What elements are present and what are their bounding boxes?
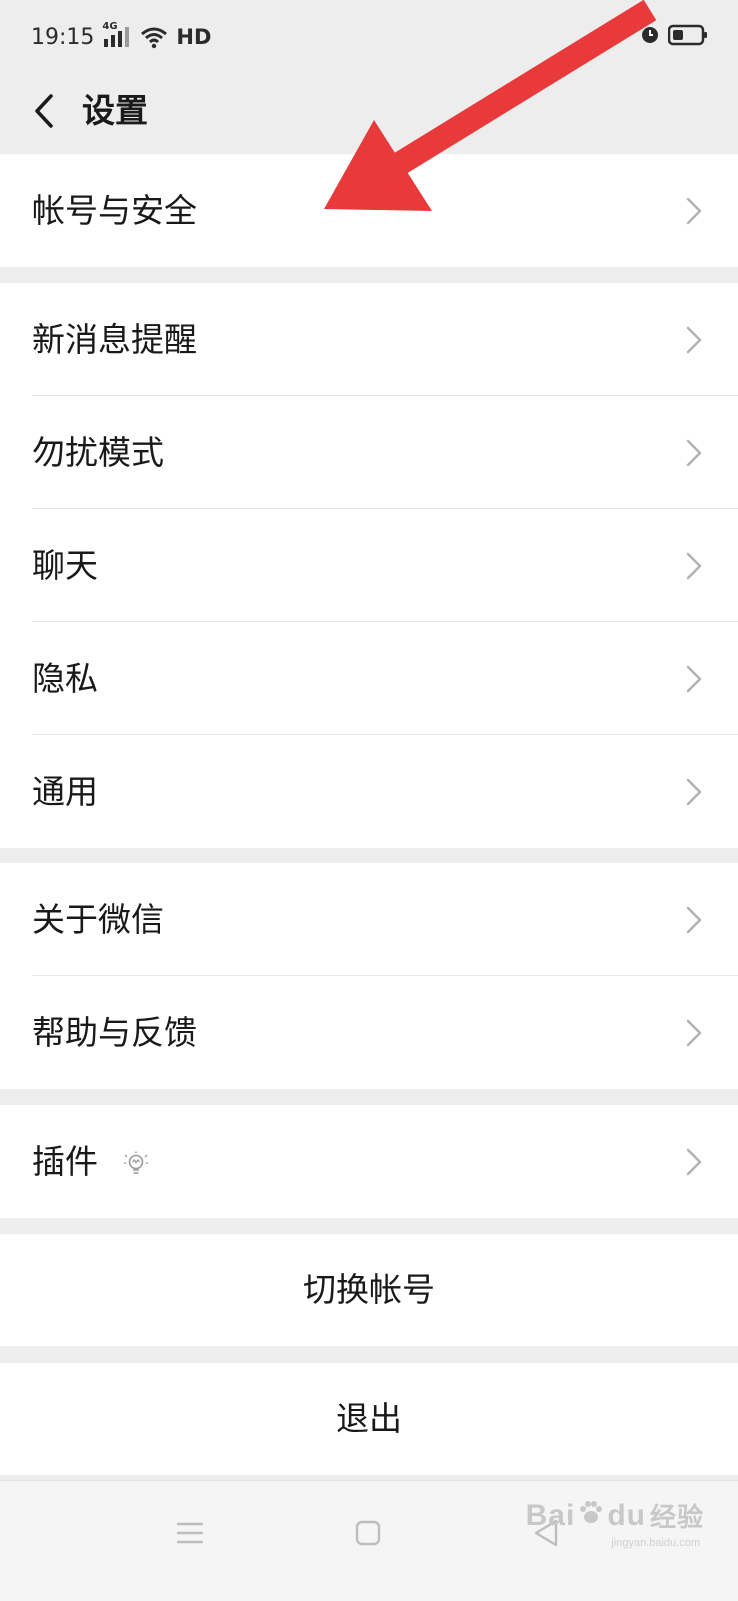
settings-row-do-not-disturb[interactable]: 勿扰模式 [0, 396, 738, 509]
row-label: 通用 [32, 772, 98, 811]
watermark-url: jingyan.baidu.com [611, 1537, 700, 1549]
chevron-right-icon [686, 778, 702, 806]
logout-button[interactable]: 退出 [0, 1363, 738, 1475]
home-icon [355, 1520, 381, 1546]
status-right [640, 24, 708, 46]
settings-row-general[interactable]: 通用 [0, 735, 738, 848]
lightbulb-icon [123, 1151, 148, 1174]
settings-row-new-message-notify[interactable]: 新消息提醒 [0, 283, 738, 396]
watermark-text-right: du [607, 1498, 646, 1532]
chevron-right-icon [686, 1148, 702, 1176]
status-bar: 19:15 4G HD [0, 0, 738, 76]
watermark-text-cn: 经验 [649, 1502, 704, 1532]
signal-icon: 4G [102, 21, 132, 49]
baidu-watermark: Bai du 经验 [526, 1497, 704, 1534]
row-label: 新消息提醒 [32, 320, 197, 359]
row-label: 隐私 [32, 659, 98, 698]
page-title: 设置 [82, 91, 148, 130]
settings-row-account-security[interactable]: 帐号与安全 [0, 154, 738, 267]
row-label-wrap: 插件 [32, 1105, 149, 1218]
chevron-right-icon [686, 1019, 702, 1047]
system-nav-bar: Bai du 经验 jingyan.baidu.com [0, 1480, 738, 1601]
settings-row-chat[interactable]: 聊天 [0, 509, 738, 622]
hd-badge: HD [176, 25, 212, 49]
row-label: 帐号与安全 [32, 191, 197, 230]
alarm-icon [640, 25, 660, 45]
chevron-right-icon [686, 906, 702, 934]
chevron-right-icon [686, 552, 702, 580]
row-label: 关于微信 [32, 900, 164, 939]
chevron-left-icon [35, 94, 53, 128]
menu-button[interactable] [170, 1513, 210, 1553]
settings-group-about: 关于微信 帮助与反馈 [0, 863, 738, 1089]
paw-icon [577, 1498, 605, 1534]
home-button[interactable] [348, 1513, 388, 1553]
settings-group-main: 新消息提醒 勿扰模式 聊天 隐私 通用 [0, 283, 738, 848]
chevron-right-icon [686, 439, 702, 467]
status-time: 19:15 [31, 24, 95, 50]
settings-row-about-wechat[interactable]: 关于微信 [0, 863, 738, 976]
switch-account-button[interactable]: 切换帐号 [0, 1234, 738, 1346]
settings-group-account: 帐号与安全 [0, 154, 738, 267]
chevron-right-icon [686, 665, 702, 693]
settings-row-privacy[interactable]: 隐私 [0, 622, 738, 735]
status-left: 19:15 4G HD [31, 21, 212, 52]
settings-row-help-feedback[interactable]: 帮助与反馈 [0, 976, 738, 1089]
row-label: 勿扰模式 [32, 433, 164, 472]
menu-icon [176, 1522, 204, 1544]
settings-row-plugins[interactable]: 插件 [0, 1105, 738, 1218]
battery-icon [667, 24, 708, 46]
wifi-icon [140, 25, 168, 49]
back-button[interactable] [24, 86, 64, 136]
settings-group-plugins: 插件 [0, 1105, 738, 1218]
row-label: 聊天 [32, 546, 98, 585]
nav-bar: 设置 [0, 76, 738, 154]
row-label: 帮助与反馈 [32, 1013, 197, 1052]
row-label: 插件 [32, 1142, 98, 1181]
chevron-right-icon [686, 326, 702, 354]
watermark-text-left: Bai [525, 1498, 576, 1532]
chevron-right-icon [686, 197, 702, 225]
